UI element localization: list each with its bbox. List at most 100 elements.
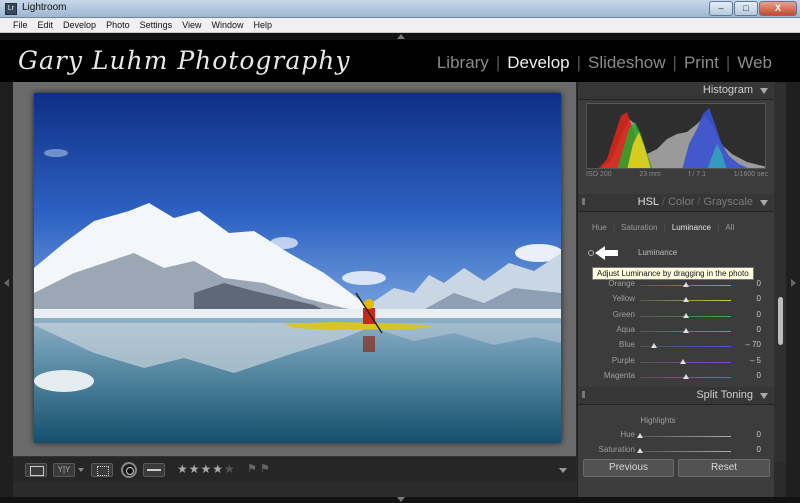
image-canvas[interactable]: [13, 82, 576, 456]
slider-thumb[interactable]: [680, 358, 687, 364]
module-library[interactable]: Library: [437, 53, 489, 73]
histogram-graph[interactable]: [586, 103, 766, 169]
main-area: Y|Y ★★★★★ ⚑ ⚑ Histogram ISO 200 23 mm f …: [0, 82, 800, 497]
spot-removal-button[interactable]: [121, 462, 137, 478]
tab-luminance[interactable]: Luminance: [672, 223, 711, 232]
hsl-slider-purple[interactable]: Purple – 5: [578, 355, 775, 370]
menu-edit[interactable]: Edit: [33, 18, 59, 32]
menu-settings[interactable]: Settings: [135, 18, 178, 32]
hsl-header[interactable]: HSL / Color / Grayscale: [578, 194, 775, 212]
slider-thumb[interactable]: [682, 282, 689, 287]
reset-button[interactable]: Reset: [678, 459, 770, 477]
menu-window[interactable]: Window: [206, 18, 248, 32]
split-slider-hue[interactable]: Hue 0: [578, 429, 775, 444]
split-toning-title: Split Toning: [696, 389, 753, 401]
left-panel-toggle[interactable]: [0, 82, 13, 497]
hsl-slider-aqua[interactable]: Aqua 0: [578, 324, 775, 339]
arrow-pointer-shaft: [604, 250, 618, 256]
tab-all[interactable]: All: [725, 223, 734, 232]
triangle-right-icon: [791, 279, 796, 287]
hsl-slider-blue[interactable]: Blue – 70: [578, 339, 775, 354]
slider-thumb[interactable]: [682, 297, 689, 303]
tab-saturation[interactable]: Saturation: [621, 223, 657, 232]
window-title: Lightroom: [22, 2, 67, 13]
red-eye-tool-button[interactable]: [143, 463, 165, 477]
maximize-button[interactable]: □: [734, 1, 758, 16]
hsl-slider-green[interactable]: Green 0: [578, 309, 775, 324]
panel-scrollbar[interactable]: [774, 84, 786, 462]
flag-icons[interactable]: ⚑ ⚑: [247, 462, 270, 475]
slider-value[interactable]: 0: [757, 279, 761, 288]
module-develop[interactable]: Develop: [507, 53, 569, 73]
slider-thumb[interactable]: [682, 373, 689, 379]
exif-info: ISO 200 23 mm f / 7.1 1/1600 sec: [586, 171, 768, 178]
menu-help[interactable]: Help: [249, 18, 278, 32]
slider-track[interactable]: [640, 451, 731, 452]
exif-iso: ISO 200: [586, 171, 612, 178]
hsl-mode-hsl[interactable]: HSL: [638, 196, 659, 208]
tab-hue[interactable]: Hue: [592, 223, 607, 232]
panel-pin-icon[interactable]: [582, 198, 585, 205]
hsl-slider-yellow[interactable]: Yellow 0: [578, 293, 775, 308]
before-after-dropdown-icon[interactable]: [78, 468, 84, 472]
slider-value[interactable]: 0: [757, 310, 761, 319]
tab-separator: |: [663, 222, 666, 233]
menu-view[interactable]: View: [177, 18, 206, 32]
module-separator: |: [672, 53, 677, 72]
top-panel-toggle[interactable]: [0, 33, 800, 40]
hsl-slider-orange[interactable]: Orange 0: [578, 278, 775, 293]
identity-bar: Gary Luhm Photography Library | Develop …: [0, 40, 800, 82]
slider-value[interactable]: 0: [757, 294, 761, 303]
slider-value[interactable]: 0: [757, 430, 761, 439]
panel-pin-icon[interactable]: [582, 391, 585, 398]
slider-value[interactable]: – 70: [745, 340, 761, 349]
hsl-slider-magenta[interactable]: Magenta 0: [578, 370, 775, 385]
histogram-header[interactable]: Histogram: [578, 82, 775, 100]
exif-focal-length: 23 mm: [639, 171, 661, 178]
minimize-button[interactable]: –: [709, 1, 733, 16]
module-separator: |: [495, 53, 501, 72]
panel-scroll-thumb[interactable]: [778, 297, 783, 345]
before-after-button[interactable]: Y|Y: [53, 463, 75, 477]
lightroom-app-icon: Lr: [5, 3, 17, 15]
split-toning-header[interactable]: Split Toning: [578, 387, 775, 405]
slider-value[interactable]: 0: [757, 445, 761, 454]
right-panel-toggle[interactable]: [786, 82, 800, 497]
slider-value[interactable]: 0: [757, 371, 761, 380]
crop-tool-button[interactable]: [91, 463, 113, 477]
bottom-panel-toggle[interactable]: [0, 497, 800, 503]
menu-develop[interactable]: Develop: [58, 18, 101, 32]
menu-file[interactable]: File: [8, 18, 33, 32]
glacier-kayak-photo: [34, 93, 561, 443]
photo-preview[interactable]: [34, 93, 561, 443]
window-title-bar: Lr Lightroom – □ X: [0, 0, 800, 18]
close-button[interactable]: X: [759, 1, 797, 16]
tooltip: Adjust Luminance by dragging in the phot…: [592, 267, 754, 280]
module-slideshow[interactable]: Slideshow: [588, 53, 666, 73]
star-rating[interactable]: ★★★★★: [177, 462, 236, 476]
slider-label: Saturation: [598, 445, 635, 454]
toolbar-content-dropdown-icon[interactable]: [559, 468, 567, 473]
slider-track[interactable]: [640, 436, 731, 437]
slider-value[interactable]: 0: [757, 325, 761, 334]
exif-shutter: 1/1600 sec: [733, 171, 768, 178]
slider-thumb[interactable]: [637, 433, 643, 438]
triangle-down-icon: [397, 497, 405, 502]
slider-value[interactable]: – 5: [750, 356, 761, 365]
rating-filled: ★★★★: [177, 462, 225, 476]
loupe-view-button[interactable]: [25, 463, 47, 477]
module-web[interactable]: Web: [737, 53, 772, 73]
previous-button[interactable]: Previous: [583, 459, 674, 477]
split-slider-saturation[interactable]: Saturation 0: [578, 444, 775, 459]
hsl-mode-color[interactable]: Color: [668, 196, 694, 208]
slider-thumb[interactable]: [637, 448, 643, 453]
slider-thumb[interactable]: [682, 312, 689, 318]
slider-thumb[interactable]: [682, 327, 689, 333]
slider-thumb[interactable]: [650, 343, 657, 349]
targeted-adjustment-tool-icon[interactable]: [588, 250, 594, 256]
module-print[interactable]: Print: [684, 53, 719, 73]
menu-photo[interactable]: Photo: [101, 18, 135, 32]
histogram-chart: [598, 108, 765, 168]
hsl-mode-grayscale[interactable]: Grayscale: [703, 196, 753, 208]
module-separator: |: [576, 53, 582, 72]
